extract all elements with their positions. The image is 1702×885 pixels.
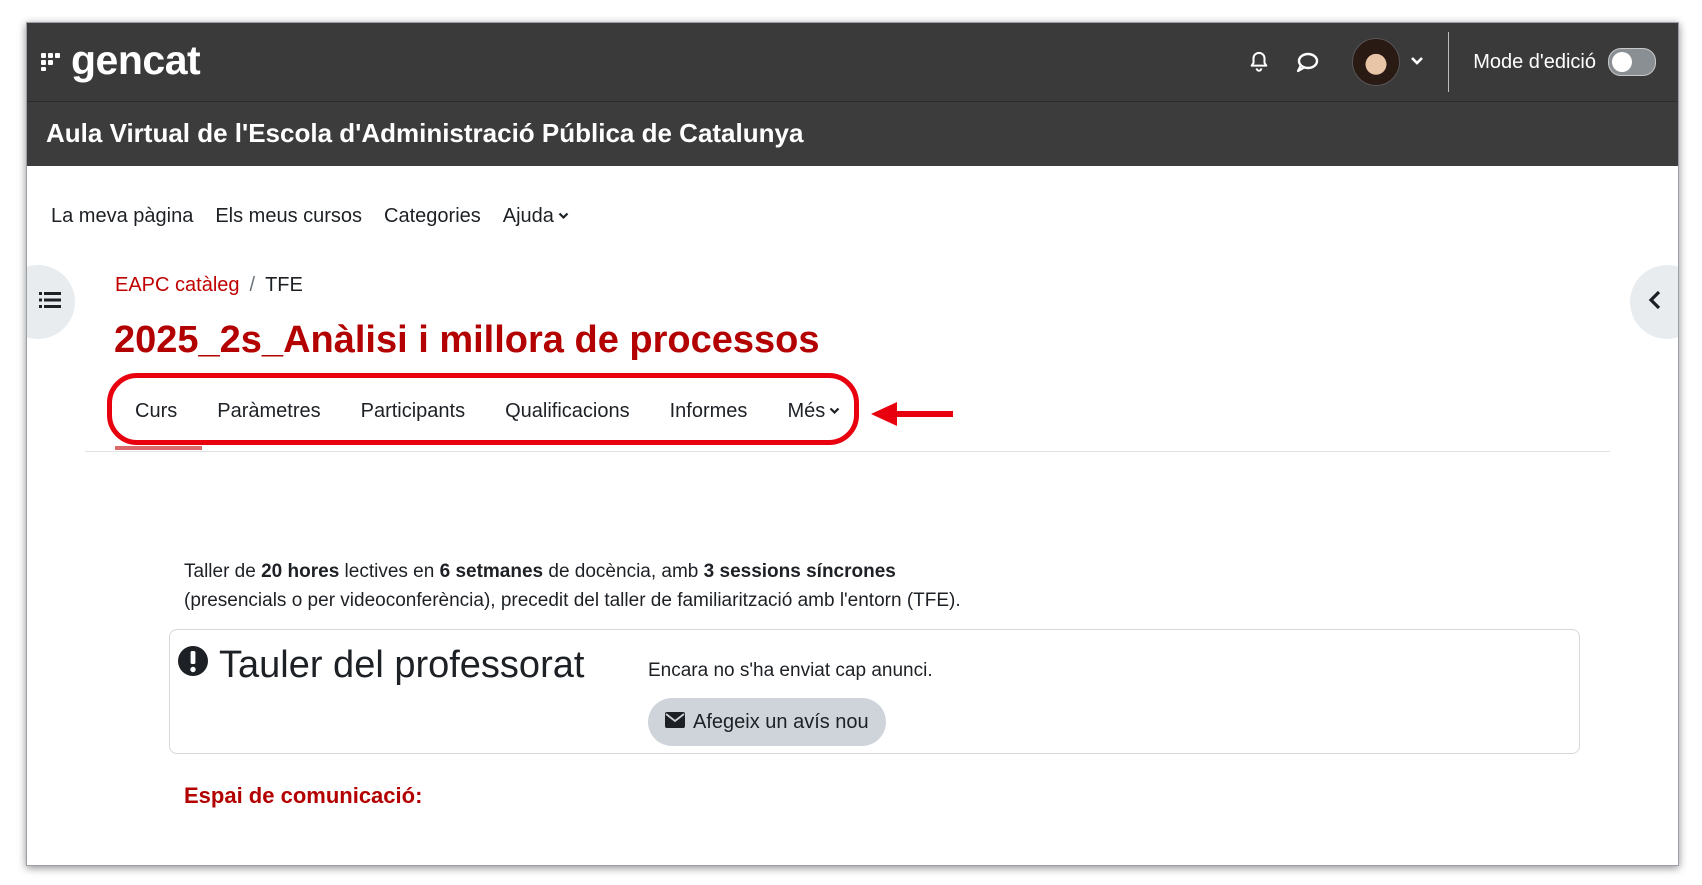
block-drawer-toggle[interactable] (1630, 265, 1678, 339)
breadcrumb-separator: / (249, 274, 256, 296)
course-summary-line-2: (presencials o per videoconferència), pr… (184, 590, 961, 611)
navbar-divider (1448, 32, 1450, 92)
exclamation-circle-icon (177, 644, 209, 687)
course-index-toggle[interactable] (27, 265, 75, 339)
bell-icon[interactable] (1244, 47, 1274, 77)
nav-item-categories[interactable]: Categories (384, 205, 481, 228)
user-menu[interactable] (1352, 38, 1424, 86)
course-summary-line-1: Taller de 20 hores lectives en 6 setmane… (184, 561, 896, 582)
secondary-nav-divider (85, 451, 1610, 452)
breadcrumb: EAPC catàleg / TFE (115, 274, 303, 297)
arrow-left-icon (869, 399, 957, 434)
nav-item-help[interactable]: Ajuda (503, 205, 569, 228)
navbar-right: Mode d'edició (1244, 23, 1656, 101)
nav-item-my-courses[interactable]: Els meus cursos (215, 205, 362, 228)
edit-mode-toggle[interactable] (1608, 48, 1656, 76)
add-announcement-button[interactable]: Afegeix un avís nou (648, 698, 886, 746)
edit-mode-label: Mode d'edició (1473, 50, 1596, 73)
browser-frame: gencat Mode d'edició Aula Virtual de l'E… (26, 22, 1679, 866)
gencat-logo[interactable]: gencat (41, 35, 201, 85)
envelope-icon (665, 711, 685, 734)
communication-section-heading: Espai de comunicació: (184, 783, 423, 808)
course-summary: Taller de 20 hores lectives en 6 setmane… (184, 557, 961, 615)
teacher-board-title: Tauler del professorat (219, 644, 585, 686)
annotation-highlight-box (107, 373, 859, 445)
teacher-board-heading: Tauler del professorat (177, 644, 584, 687)
edit-mode-control: Mode d'edició (1473, 48, 1656, 76)
chat-icon[interactable] (1292, 47, 1322, 77)
logo-text: gencat (71, 36, 201, 83)
top-navbar: gencat Mode d'edició (27, 23, 1678, 101)
breadcrumb-link-catalog[interactable]: EAPC catàleg (115, 274, 240, 297)
breadcrumb-current: TFE (265, 274, 303, 296)
chevron-down-icon (558, 208, 569, 223)
page-title: 2025_2s_Anàlisi i millora de processos (114, 319, 820, 361)
no-announcements-message: Encara no s'ha enviat cap anunci. (648, 660, 933, 681)
gencat-logo-icon (41, 49, 65, 71)
site-banner: Aula Virtual de l'Escola d'Administració… (27, 101, 1678, 166)
chevron-left-icon (1648, 290, 1662, 315)
site-title: Aula Virtual de l'Escola d'Administració… (46, 118, 804, 148)
nav-item-my-page[interactable]: La meva pàgina (51, 205, 193, 228)
avatar (1352, 38, 1401, 86)
teacher-board-card: Tauler del professorat Encara no s'ha en… (169, 629, 1580, 754)
active-tab-indicator (115, 446, 202, 450)
course-index-icon (39, 291, 61, 314)
primary-navigation: La meva pàgina Els meus cursos Categorie… (51, 205, 569, 228)
nav-item-help-label: Ajuda (502, 205, 554, 227)
add-announcement-label: Afegeix un avís nou (693, 710, 869, 733)
chevron-down-icon (1410, 53, 1424, 71)
